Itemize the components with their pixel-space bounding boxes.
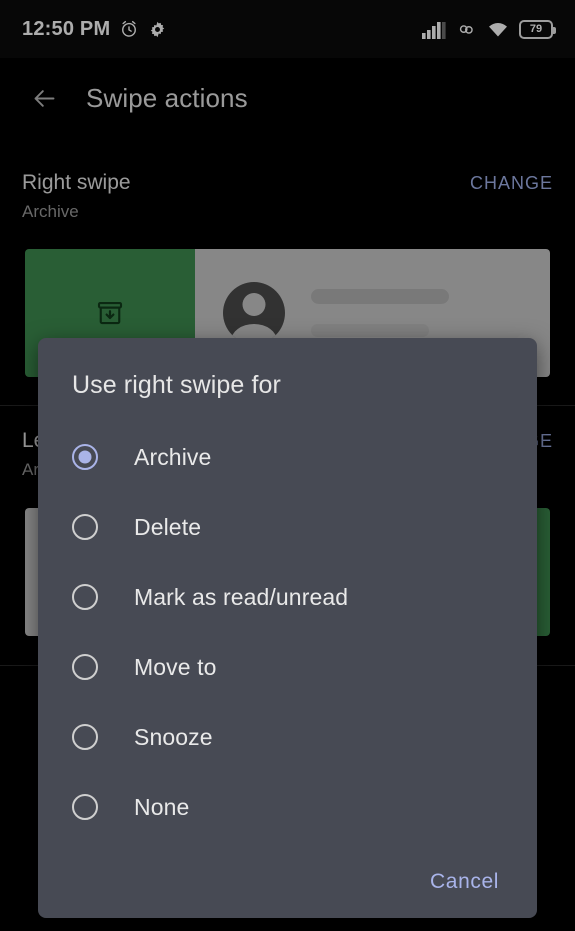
cancel-button[interactable]: Cancel xyxy=(418,862,511,901)
option-label: None xyxy=(134,793,190,820)
option-snooze[interactable]: Snooze xyxy=(38,702,537,772)
radio-button-icon[interactable] xyxy=(72,794,98,820)
radio-button-icon[interactable] xyxy=(72,654,98,680)
dialog-action-bar: Cancel xyxy=(418,870,511,894)
option-mark-as-read-unread[interactable]: Mark as read/unread xyxy=(38,562,537,632)
option-label: Snooze xyxy=(134,723,213,750)
option-move-to[interactable]: Move to xyxy=(38,632,537,702)
option-delete[interactable]: Delete xyxy=(38,492,537,562)
option-label: Archive xyxy=(134,443,212,470)
option-none[interactable]: None xyxy=(38,772,537,842)
radio-button-icon[interactable] xyxy=(72,724,98,750)
dialog-option-list: Archive Delete Mark as read/unread Move … xyxy=(38,422,537,842)
radio-button-icon[interactable] xyxy=(72,444,98,470)
option-archive[interactable]: Archive xyxy=(38,422,537,492)
option-label: Mark as read/unread xyxy=(134,583,349,610)
swipe-action-dialog: Use right swipe for Archive Delete Mark … xyxy=(38,338,537,918)
radio-button-icon[interactable] xyxy=(72,584,98,610)
radio-button-icon[interactable] xyxy=(72,514,98,540)
dialog-title: Use right swipe for xyxy=(72,371,281,399)
option-label: Delete xyxy=(134,513,202,540)
option-label: Move to xyxy=(134,653,217,680)
